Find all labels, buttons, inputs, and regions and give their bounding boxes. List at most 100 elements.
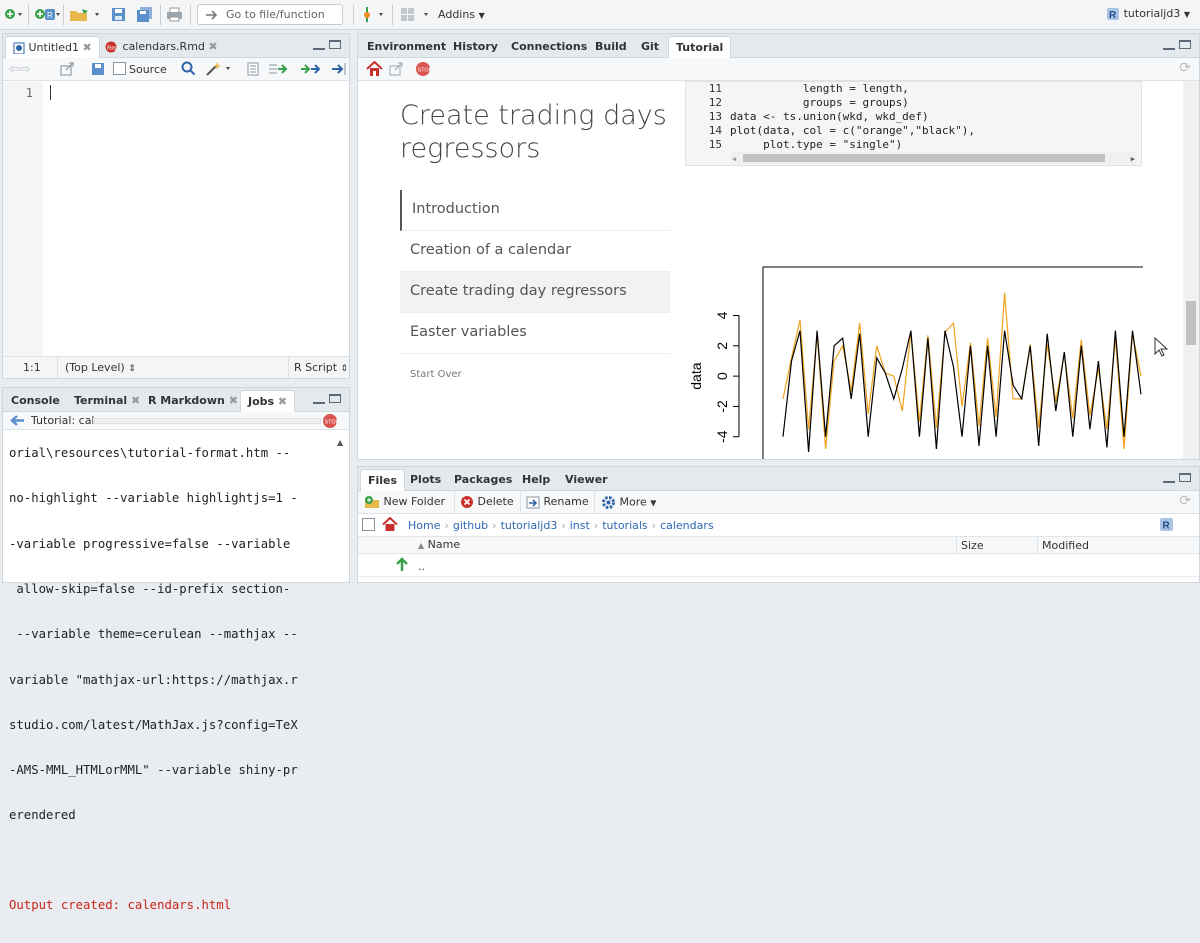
refresh-icon[interactable]: ⟳ [1179,60,1191,76]
tab-connections[interactable]: Connections [504,36,594,58]
maximize-button[interactable] [1179,40,1191,49]
scrollbar-thumb[interactable] [743,154,1105,162]
console-line: allow-skip=false --id-prefix section- [9,582,291,597]
updown-icon: ⇕ [128,364,136,374]
minimize-button[interactable] [313,41,325,50]
column-modified[interactable]: Modified [1042,539,1089,552]
minimize-button[interactable] [1163,41,1175,50]
open-file-icon[interactable] [69,7,101,25]
back-arrow-icon[interactable]: ⇦⇨ [9,62,31,77]
files-tabstrip: Files Plots Packages Help Viewer [358,467,1199,491]
save-all-icon[interactable] [136,7,153,25]
console-scrollbar[interactable]: ▲ [337,434,347,574]
new-folder-button[interactable]: New Folder [364,495,445,509]
tab-plots[interactable]: Plots [403,469,448,491]
rerun-icon[interactable] [299,62,323,79]
minimize-button[interactable] [313,395,325,404]
tab-terminal[interactable]: Terminal ✖ [67,390,147,412]
print-icon[interactable] [166,7,183,25]
tab-console[interactable]: Console [4,390,67,412]
column-size[interactable]: Size [961,539,984,552]
file-row-parent[interactable]: .. [358,555,1199,577]
popout-icon[interactable] [389,62,405,79]
scroll-right-icon[interactable]: ▶ [1131,152,1135,166]
start-over-link[interactable]: Start Over [410,369,462,380]
project-menu[interactable]: R tutorialjd3 ▼ [1106,7,1190,21]
file-type-selector[interactable]: R Script ⇕ [294,361,348,374]
more-menu[interactable]: More ▼ [601,495,656,510]
column-name[interactable]: ▲ Name [418,538,460,551]
breadcrumb-github[interactable]: github [453,519,488,532]
breadcrumb-home[interactable]: Home [408,519,440,532]
console-output: orial\resources\tutorial-format.htm -- n… [9,424,339,943]
stop-icon[interactable]: STOP [415,61,433,80]
home-icon[interactable] [366,60,383,80]
maximize-button[interactable] [329,40,341,49]
r-project-icon[interactable]: R [1159,517,1175,535]
close-icon[interactable]: ✖ [208,40,217,53]
toc-item-introduction[interactable]: Introduction [400,190,670,231]
search-icon[interactable] [181,61,196,79]
tab-packages[interactable]: Packages [447,469,519,491]
tab-calendars-rmd[interactable]: Rmd calendars.Rmd ✖ [98,36,225,58]
tab-r-markdown[interactable]: R Markdown ✖ [141,390,245,412]
console-output-created: Output created: calendars.html [9,897,232,912]
maximize-button[interactable] [329,394,341,403]
scroll-left-icon[interactable]: ◀ [732,152,736,166]
go-to-file-input[interactable]: Go to file/function [197,4,343,25]
breadcrumb-tutorials[interactable]: tutorials [602,519,647,532]
show-in-window-icon[interactable] [60,62,75,79]
y-axis-label: data [688,362,704,389]
files-toolbar: New Folder Delete Rename More ▼ ⟳ [358,491,1199,514]
tab-viewer[interactable]: Viewer [558,469,615,491]
scope-selector[interactable]: (Top Level) ⇕ [65,361,136,374]
save-icon[interactable] [111,7,126,25]
minimize-button[interactable] [1163,474,1175,483]
select-all-checkbox[interactable] [362,518,375,534]
code-line: plot.type = "single") [730,138,903,151]
source-on-save-checkbox[interactable] [113,62,126,78]
scrollbar-thumb[interactable] [1186,301,1196,345]
tab-jobs[interactable]: Jobs ✖ [240,390,296,412]
breadcrumb-calendars[interactable]: calendars [660,519,714,532]
code-horizontal-scrollbar[interactable]: ◀ ▶ [731,152,1136,164]
tab-tutorial[interactable]: Tutorial [668,36,732,58]
close-icon[interactable]: ✖ [278,395,287,408]
code-line-number: 13 [708,110,722,123]
close-icon[interactable]: ✖ [229,394,238,407]
magic-wand-icon[interactable] [205,61,233,80]
compile-report-icon[interactable] [246,62,260,79]
addins-menu[interactable]: Addins ▼ [438,8,485,21]
tab-help[interactable]: Help [515,469,557,491]
tab-git[interactable]: Git [634,36,666,58]
tab-environment[interactable]: Environment [360,36,453,58]
git-icon[interactable] [361,5,387,27]
source-file-icon[interactable] [331,62,347,79]
tab-untitled1[interactable]: Untitled1 ✖ [5,36,100,58]
tutorial-scrollbar[interactable] [1183,81,1199,459]
save-icon[interactable] [91,62,105,79]
run-line-icon[interactable] [268,62,290,79]
svg-text:R: R [1163,521,1171,532]
rename-button[interactable]: Rename [526,495,589,509]
pane-layout-icon[interactable] [400,7,432,25]
line-number: 1 [25,86,33,100]
new-file-icon[interactable] [4,6,22,25]
home-icon[interactable] [382,516,398,535]
close-icon[interactable]: ✖ [83,41,92,54]
tab-history[interactable]: History [446,36,505,58]
delete-button[interactable]: Delete [460,495,514,509]
toc-item-easter-variables[interactable]: Easter variables [400,313,670,354]
code-line: plot(data, col = c("orange","black"), [730,124,976,137]
toc-item-trading-day-regressors[interactable]: Create trading day regressors [400,272,670,313]
parent-dir-link[interactable]: .. [418,560,425,573]
tab-files[interactable]: Files [360,469,406,491]
new-project-icon[interactable]: R [34,6,60,26]
breadcrumb-inst[interactable]: inst [570,519,590,532]
refresh-icon[interactable]: ⟳ [1179,493,1191,509]
close-icon[interactable]: ✖ [131,394,140,407]
breadcrumb-tutorialjd3[interactable]: tutorialjd3 [501,519,558,532]
tab-build[interactable]: Build [588,36,634,58]
toc-item-creation-of-calendar[interactable]: Creation of a calendar [400,231,670,272]
maximize-button[interactable] [1179,473,1191,482]
